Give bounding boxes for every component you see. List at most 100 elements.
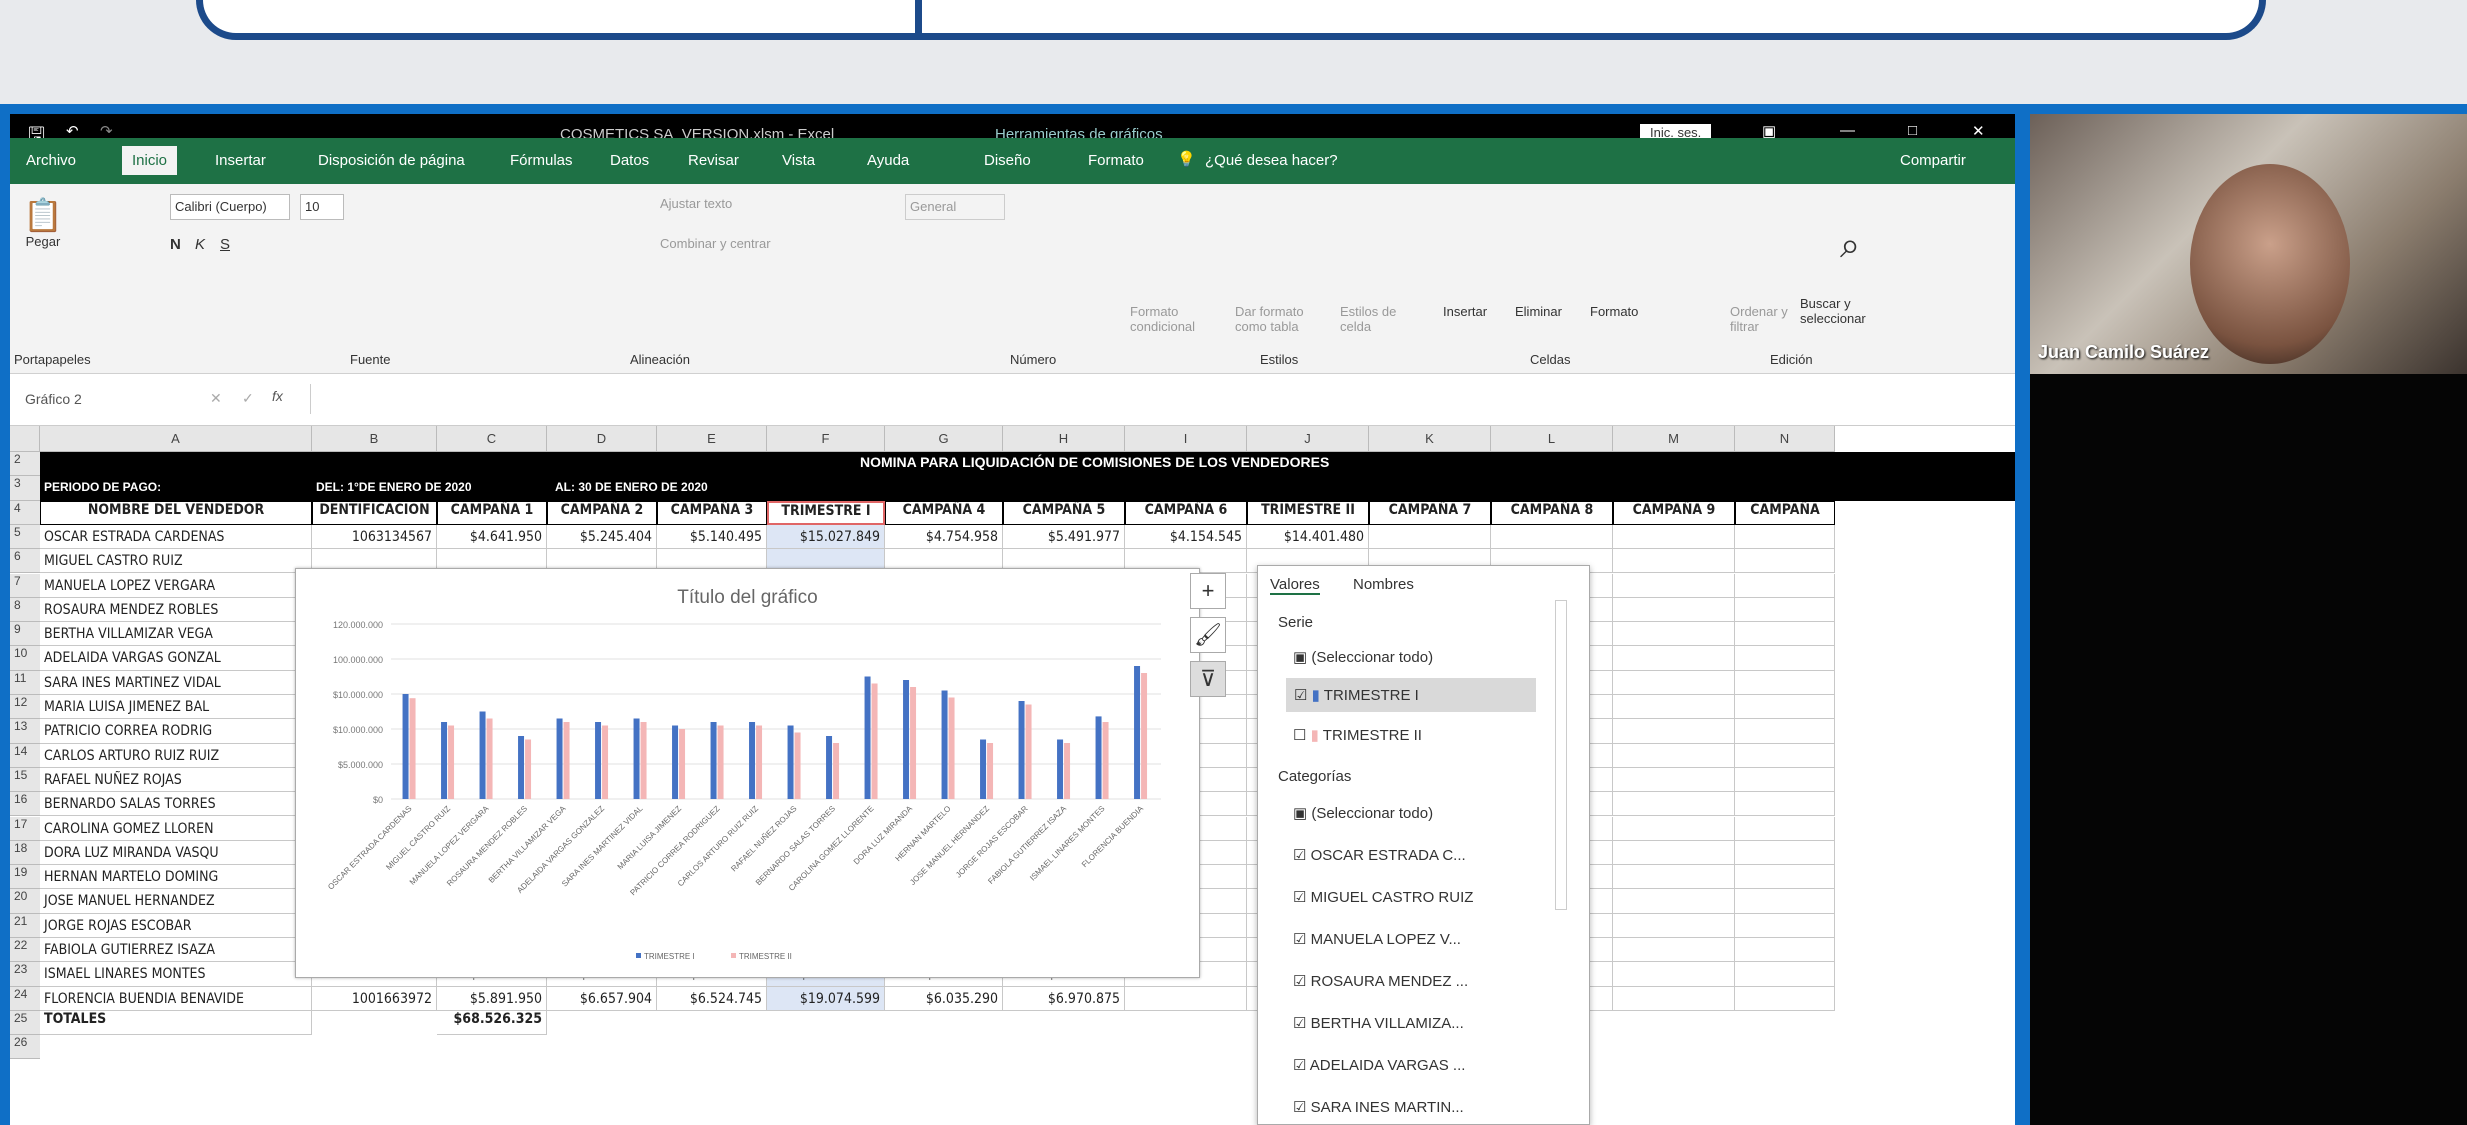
category-item[interactable]: ☑ SARA INES MARTIN... [1293, 1098, 1464, 1116]
seller-name-cell[interactable]: MARIA LUISA JIMENEZ BAL [40, 695, 312, 720]
table-cell[interactable] [1735, 865, 1835, 890]
category-item[interactable]: ☑ OSCAR ESTRADA C... [1293, 846, 1466, 864]
row-header[interactable]: 20 [10, 889, 40, 914]
category-item[interactable]: ☑ ROSAURA MENDEZ ... [1293, 972, 1468, 990]
row-header[interactable]: 17 [10, 816, 40, 841]
table-cell[interactable] [1613, 962, 1735, 987]
table-cell[interactable] [1735, 938, 1835, 963]
table-cell[interactable] [1613, 597, 1735, 623]
wrap-text-button[interactable]: Ajustar texto [660, 196, 732, 211]
table-cell[interactable] [1613, 646, 1735, 671]
table-cell[interactable] [1735, 524, 1835, 550]
minimize-button[interactable]: — [1840, 122, 1855, 139]
table-cell[interactable] [1369, 524, 1491, 550]
table-cell[interactable] [1613, 913, 1735, 938]
tab-nombres[interactable]: Nombres [1353, 576, 1414, 593]
table-cell[interactable] [1613, 622, 1735, 647]
sort-filter-button[interactable]: Ordenar y filtrar [1730, 304, 1790, 334]
table-cell[interactable] [1613, 743, 1735, 768]
seller-name-cell[interactable]: CARLOS ARTURO RUIZ RUIZ [40, 743, 312, 768]
chart[interactable]: Título del gráfico 120.000.000 100.000.00… [295, 568, 1200, 978]
underline-button[interactable]: S [220, 236, 230, 253]
chart-filter-icon[interactable]: ⊽ [1190, 661, 1226, 697]
share-button[interactable]: Compartir [1900, 152, 1966, 169]
column-header[interactable]: C [437, 426, 547, 452]
format-as-table-button[interactable]: Dar formato como tabla [1235, 304, 1315, 334]
column-header[interactable]: M [1613, 426, 1735, 452]
bold-button[interactable]: N [170, 236, 181, 253]
table-cell[interactable]: 1063134567 [312, 524, 437, 550]
seller-name-cell[interactable]: SARA INES MARTINEZ VIDAL [40, 670, 312, 695]
table-cell[interactable] [1735, 573, 1835, 598]
paste-button[interactable]: 📋 Pegar [18, 196, 68, 276]
row-header[interactable]: 26 [10, 1035, 40, 1060]
table-cell[interactable] [1613, 840, 1735, 866]
table-cell[interactable] [1735, 549, 1835, 574]
table-cell[interactable]: $5.140.495 [657, 524, 767, 550]
row-header[interactable]: 18 [10, 840, 40, 866]
seller-name-cell[interactable]: HERNAN MARTELO DOMING [40, 865, 312, 890]
table-cell[interactable]: $4.641.950 [437, 524, 547, 550]
table-cell[interactable] [1735, 816, 1835, 841]
column-header[interactable]: E [657, 426, 767, 452]
table-cell[interactable] [1613, 938, 1735, 963]
row-header[interactable]: 11 [10, 670, 40, 695]
row-header[interactable]: 10 [10, 646, 40, 671]
table-cell[interactable] [1735, 743, 1835, 768]
category-item[interactable]: ▣ (Seleccionar todo) [1293, 804, 1433, 822]
maximize-button[interactable]: □ [1908, 122, 1917, 139]
tell-me-input[interactable]: ¿Qué desea hacer? [1205, 152, 1338, 169]
column-header[interactable]: F [767, 426, 885, 452]
name-box[interactable]: Gráfico 2 [20, 386, 160, 414]
table-cell[interactable] [1735, 962, 1835, 987]
column-header[interactable]: J [1247, 426, 1369, 452]
tab-datos[interactable]: Datos [610, 152, 649, 169]
insert-cells-button[interactable]: Insertar [1443, 304, 1487, 319]
table-cell[interactable] [1613, 524, 1735, 550]
table-cell[interactable]: $6.524.745 [657, 986, 767, 1011]
font-name-select[interactable]: Calibri (Cuerpo) [170, 194, 290, 220]
column-header[interactable]: K [1369, 426, 1491, 452]
tab-diseno[interactable]: Diseño [984, 152, 1031, 169]
table-cell[interactable] [1735, 840, 1835, 866]
row-header[interactable]: 13 [10, 719, 40, 744]
seller-name-cell[interactable]: ROSAURA MENDEZ ROBLES [40, 597, 312, 623]
tab-archivo[interactable]: Archivo [26, 152, 76, 169]
tab-formulas[interactable]: Fórmulas [510, 152, 573, 169]
table-cell[interactable]: $4.154.545 [1125, 524, 1247, 550]
serie-select-all[interactable]: ▣ (Seleccionar todo) [1293, 648, 1433, 666]
row-header[interactable]: 22 [10, 938, 40, 963]
table-cell[interactable] [1613, 816, 1735, 841]
table-cell[interactable] [1613, 865, 1735, 890]
table-cell[interactable] [1613, 792, 1735, 817]
table-cell[interactable]: $19.074.599 [767, 986, 885, 1011]
row-header[interactable]: 8 [10, 597, 40, 623]
row-header[interactable]: 14 [10, 743, 40, 768]
column-header[interactable]: B [312, 426, 437, 452]
table-cell[interactable]: $6.035.290 [885, 986, 1003, 1011]
row-header[interactable]: 15 [10, 767, 40, 793]
row-header[interactable]: 12 [10, 695, 40, 720]
corner-cell[interactable] [10, 426, 40, 452]
tab-insertar[interactable]: Insertar [215, 152, 266, 169]
tab-vista[interactable]: Vista [782, 152, 815, 169]
table-cell[interactable] [1613, 767, 1735, 793]
table-cell[interactable]: $6.657.904 [547, 986, 657, 1011]
table-cell[interactable] [1491, 524, 1613, 550]
seller-name-cell[interactable]: MANUELA LOPEZ VERGARA [40, 573, 312, 598]
table-cell[interactable] [1735, 889, 1835, 914]
cell-styles-button[interactable]: Estilos de celda [1340, 304, 1410, 334]
seller-name-cell[interactable]: FLORENCIA BUENDIA BENAVIDE [40, 986, 312, 1011]
column-header[interactable]: N [1735, 426, 1835, 452]
row-header[interactable]: 21 [10, 913, 40, 938]
seller-name-cell[interactable]: RAFAEL NUÑEZ ROJAS [40, 767, 312, 793]
seller-name-cell[interactable]: ADELAIDA VARGAS GONZAL [40, 646, 312, 671]
row-header[interactable]: 7 [10, 573, 40, 598]
row-header[interactable]: 4 [10, 500, 40, 525]
table-cell[interactable] [1613, 719, 1735, 744]
category-item[interactable]: ☑ MIGUEL CASTRO RUIZ [1293, 888, 1473, 906]
series-item-2[interactable]: ☐ ▮ TRIMESTRE II [1293, 726, 1422, 744]
tab-inicio[interactable]: Inicio [122, 146, 178, 175]
italic-button[interactable]: K [195, 236, 205, 253]
row-header[interactable]: 5 [10, 524, 40, 550]
